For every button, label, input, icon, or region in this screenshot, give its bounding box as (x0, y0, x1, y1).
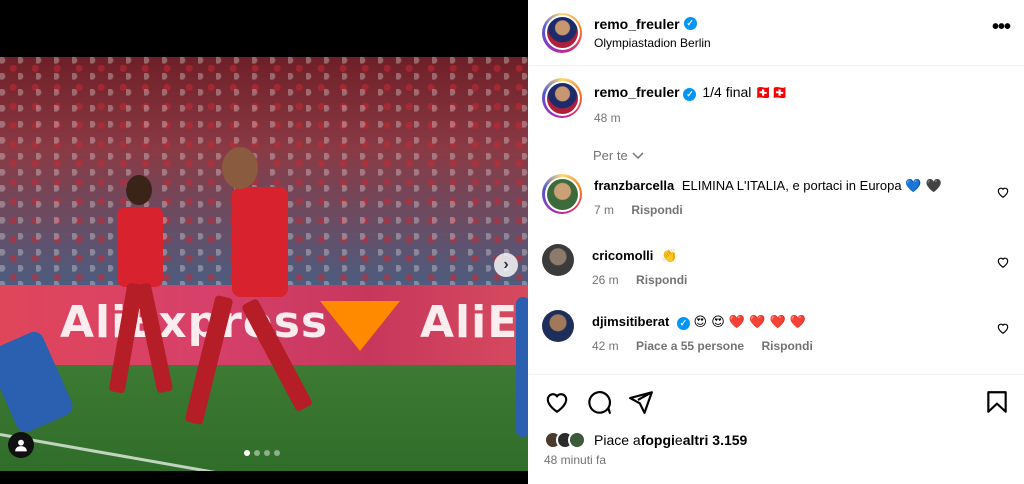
comment-item: djimsitiberat ✓ 😍 😍 ❤️ ❤️ ❤️ ❤️ 42 m Pia… (542, 310, 1010, 353)
save-bookmark-icon[interactable] (984, 389, 1010, 415)
carousel-next-button[interactable]: › (494, 253, 518, 277)
carousel-dot (244, 450, 250, 456)
board-text-left: AliExpress (60, 297, 329, 348)
comment-emoji: 😍 😍 ❤️ ❤️ ❤️ ❤️ (693, 315, 807, 330)
comment-emoji: 👏 (661, 249, 678, 264)
comment-item: cricomolli 👏 26 m Rispondi (542, 244, 1010, 287)
post-media: AliExpress AliE › (0, 0, 528, 484)
verified-badge-icon: ✓ (683, 17, 697, 30)
share-paper-plane-icon[interactable] (628, 389, 654, 415)
post-location[interactable]: Olympiastadion Berlin (594, 36, 711, 50)
carousel-dot (254, 450, 260, 456)
username-text[interactable]: remo_freuler (594, 16, 680, 32)
caption-username[interactable]: remo_freuler (594, 84, 680, 100)
reply-button[interactable]: Rispondi (761, 339, 812, 353)
comment-text: ELIMINA L'ITALIA, e portaci in Europa (681, 178, 902, 193)
user-icon (15, 439, 27, 452)
comment-avatar[interactable] (542, 174, 582, 214)
post-caption: remo_freuler ✓ 1/4 final 🇨🇭🇨🇭 48 m (542, 78, 1010, 125)
comment-username[interactable]: franzbarcella (594, 178, 674, 193)
verified-badge-icon: ✓ (676, 317, 690, 330)
carousel-dot (274, 450, 280, 456)
carousel-dots (244, 450, 280, 456)
likes-user[interactable]: fopgi (641, 432, 675, 448)
post-username[interactable]: remo_freuler ✓ (594, 16, 711, 32)
liker-avatar (568, 431, 586, 449)
tagged-users-button[interactable] (8, 432, 34, 458)
carousel-dot (264, 450, 270, 456)
likes-prefix: Piace a (594, 432, 641, 448)
chevron-right-icon: › (503, 256, 509, 273)
board-text-right: AliE (420, 297, 519, 348)
comment-username[interactable]: cricomolli (592, 248, 653, 263)
comment-avatar[interactable] (542, 244, 574, 276)
post-photo[interactable]: AliExpress AliE (0, 57, 528, 471)
player-main-head (222, 147, 258, 189)
comment-bubble-icon[interactable] (586, 389, 612, 415)
blue-player-right (516, 297, 528, 437)
comment-username[interactable]: djimsitiberat (592, 314, 669, 329)
caption-flags: 🇨🇭🇨🇭 (755, 86, 788, 101)
chevron-down-icon (632, 151, 644, 159)
player-7-head (126, 175, 152, 205)
likes-others[interactable]: altri 3.159 (683, 432, 748, 448)
reply-button[interactable]: Rispondi (631, 203, 682, 217)
comment-time: 26 m (592, 273, 619, 287)
like-comment-heart-icon[interactable] (996, 321, 1010, 335)
comment-avatar[interactable] (542, 310, 574, 342)
post-actions: Piace a fopgi e altri 3.159 48 minuti fa (528, 374, 1024, 484)
post-header: remo_freuler ✓ Olympiastadion Berlin ••• (528, 0, 1024, 66)
caption-text: 1/4 final (702, 84, 752, 100)
likes-summary[interactable]: Piace a fopgi e altri 3.159 (544, 431, 747, 449)
comment-item: franzbarcella ELIMINA L'ITALIA, e portac… (542, 174, 1010, 217)
comments-filter[interactable]: Per te (593, 148, 644, 163)
player-7 (117, 207, 163, 287)
like-comment-heart-icon[interactable] (996, 255, 1010, 269)
comment-time: 42 m (592, 339, 619, 353)
comment-likes-count[interactable]: Piace a 55 persone (636, 339, 744, 353)
like-heart-icon[interactable] (544, 389, 570, 415)
post-time-ago: 48 minuti fa (544, 453, 607, 467)
likes-middle: e (674, 432, 683, 448)
comment-emoji: 💙 🖤 (905, 179, 942, 194)
caption-time: 48 m (594, 111, 621, 125)
reply-button[interactable]: Rispondi (636, 273, 687, 287)
caption-avatar[interactable] (542, 78, 582, 118)
verified-badge-icon: ✓ (683, 88, 697, 101)
post-side-panel: remo_freuler ✓ Olympiastadion Berlin •••… (528, 0, 1024, 484)
player-main (232, 187, 288, 297)
comments-filter-label[interactable]: Per te (593, 148, 628, 163)
comment-time: 7 m (594, 203, 615, 217)
more-options-icon[interactable]: ••• (992, 17, 1011, 37)
avatar[interactable] (542, 12, 582, 53)
board-logo (320, 301, 400, 351)
like-comment-heart-icon[interactable] (996, 185, 1010, 199)
liker-avatars (544, 431, 586, 449)
